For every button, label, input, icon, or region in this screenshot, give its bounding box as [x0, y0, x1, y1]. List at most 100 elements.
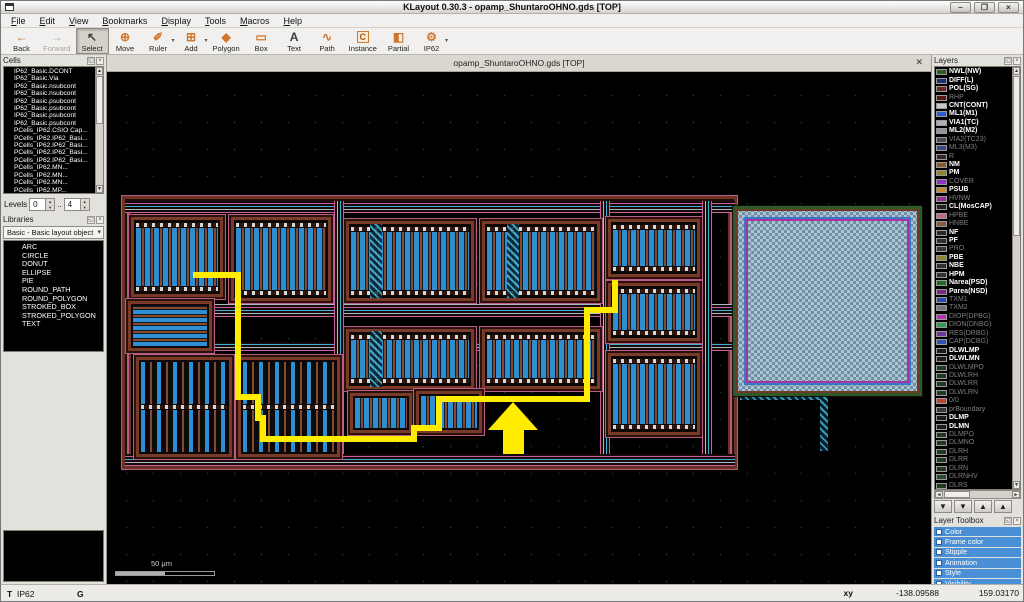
section-checkbox[interactable]	[936, 529, 942, 535]
layer-row[interactable]: CNT(CONT)	[936, 102, 1011, 110]
layer-row[interactable]: HVNW	[936, 195, 1011, 203]
levels-from-spinbox[interactable]: 0	[29, 198, 55, 211]
layer-row[interactable]: PRO	[936, 245, 1011, 253]
close-icon[interactable]: ×	[1013, 517, 1021, 525]
layer-swatch[interactable]	[936, 145, 947, 151]
layer-row[interactable]: NBE	[936, 262, 1011, 270]
layer-row[interactable]: prBoundary	[936, 406, 1011, 414]
cell-tree-item[interactable]: IP62_Basic.psubcont	[6, 105, 94, 112]
layer-swatch[interactable]	[936, 154, 947, 160]
toolbar-button[interactable]: ∿ Path	[311, 28, 344, 54]
layer-hierarchy-button[interactable]: ▲	[994, 500, 1012, 513]
layer-row[interactable]: 0/0	[936, 397, 1011, 405]
undock-icon[interactable]: ◱	[1004, 57, 1012, 65]
close-button[interactable]: ×	[998, 2, 1019, 13]
layer-swatch[interactable]	[936, 305, 947, 311]
layer-row[interactable]: DLRNHV	[936, 473, 1011, 481]
layer-swatch[interactable]	[936, 263, 947, 269]
layer-swatch[interactable]	[936, 314, 947, 320]
section-checkbox[interactable]	[936, 539, 942, 545]
library-items-list[interactable]: ARCCIRCLEDONUTELLIPSEPIEROUND_PATHROUND_…	[3, 240, 104, 352]
layer-swatch[interactable]	[936, 196, 947, 202]
layer-swatch[interactable]	[936, 230, 947, 236]
layer-toolbox-section[interactable]: Frame color	[934, 537, 1021, 546]
cell-tree-item[interactable]: IP62_Basic.psubcont	[6, 98, 94, 105]
layer-row[interactable]: TXM1	[936, 296, 1011, 304]
undock-icon[interactable]: ◱	[1004, 517, 1012, 525]
scroll-left-icon[interactable]: ◄	[935, 491, 943, 498]
chevron-down-icon[interactable]: ▾	[445, 37, 448, 44]
scroll-right-icon[interactable]: ►	[1012, 491, 1020, 498]
layer-swatch[interactable]	[936, 289, 947, 295]
toolbar-button[interactable]: A Text	[278, 28, 311, 54]
toolbar-button[interactable]: ⊞ Add ▾	[175, 28, 208, 54]
layer-row[interactable]: PBE	[936, 254, 1011, 262]
layer-row[interactable]: DLMNO	[936, 439, 1011, 447]
layer-row[interactable]: R	[936, 152, 1011, 160]
menu-item[interactable]: View	[63, 15, 94, 27]
cell-tree-item[interactable]: PCells_IP62.MN...	[6, 179, 94, 186]
menu-item[interactable]: File	[5, 15, 32, 27]
scroll-down-icon[interactable]: ▼	[96, 185, 103, 193]
cells-tree[interactable]: ▲ ▼ IP62_Basic.DCONTIP62_Basic.ViaIP62_B…	[3, 66, 104, 194]
window-titlebar[interactable]: KLayout 0.30.3 - opamp_ShuntaroOHNO.gds …	[1, 1, 1023, 14]
scroll-down-icon[interactable]: ▼	[1013, 481, 1020, 489]
layer-swatch[interactable]	[936, 322, 947, 328]
layer-swatch[interactable]	[936, 272, 947, 278]
layer-row[interactable]: Narea(PSD)	[936, 279, 1011, 287]
layer-swatch[interactable]	[936, 474, 947, 480]
layer-swatch[interactable]	[936, 407, 947, 413]
layer-swatch[interactable]	[936, 111, 947, 117]
scroll-up-icon[interactable]: ▲	[96, 67, 103, 75]
layer-swatch[interactable]	[936, 483, 947, 489]
cell-tree-item[interactable]: PCells_IP62.MN...	[6, 172, 94, 179]
layer-row[interactable]: HPBE	[936, 211, 1011, 219]
layer-swatch[interactable]	[936, 204, 947, 210]
cell-tree-item[interactable]: PCells_IP62.IP62_Basi...	[6, 135, 94, 142]
layer-row[interactable]: CAP(DCBG)	[936, 338, 1011, 346]
cell-tree-item[interactable]: PCells_IP62.IP62_Basi...	[6, 142, 94, 149]
layer-row[interactable]: RES(DRBG)	[936, 330, 1011, 338]
menu-item[interactable]: Tools	[199, 15, 232, 27]
layer-row[interactable]: DLMN	[936, 422, 1011, 430]
layer-swatch[interactable]	[936, 95, 947, 101]
layer-swatch[interactable]	[936, 238, 947, 244]
cell-tree-item[interactable]: IP62_Basic.psubcont	[6, 120, 94, 127]
layer-row[interactable]: PSUB	[936, 186, 1011, 194]
layer-row[interactable]: DLWLRN	[936, 389, 1011, 397]
library-item[interactable]: STROKED_POLYGON	[6, 312, 101, 321]
scrollbar-thumb[interactable]	[1013, 76, 1020, 236]
layer-swatch[interactable]	[936, 280, 947, 286]
layer-swatch[interactable]	[936, 137, 947, 143]
library-item[interactable]: ELLIPSE	[6, 269, 101, 278]
library-item[interactable]: CIRCLE	[6, 252, 101, 261]
layer-row[interactable]: DION(DNBG)	[936, 321, 1011, 329]
layer-row[interactable]: POL(SG)	[936, 85, 1011, 93]
cell-tree-item[interactable]: IP62_Basic.psubcont	[6, 112, 94, 119]
layer-swatch[interactable]	[936, 120, 947, 126]
layer-swatch[interactable]	[936, 432, 947, 438]
maximize-button[interactable]: ❒	[974, 2, 995, 13]
toolbar-button[interactable]: ▭ Box	[245, 28, 278, 54]
layer-swatch[interactable]	[936, 246, 947, 252]
layer-hierarchy-button[interactable]: ▼	[954, 500, 972, 513]
layer-row[interactable]: ML2(M2)	[936, 127, 1011, 135]
toolbar-button[interactable]: ↖ Select	[76, 28, 109, 54]
layer-swatch[interactable]	[936, 381, 947, 387]
layers-scrollbar[interactable]: ▲ ▼	[1012, 67, 1020, 489]
layer-row[interactable]: DLWLRR	[936, 380, 1011, 388]
menu-item[interactable]: Macros	[234, 15, 276, 27]
layer-swatch[interactable]	[936, 78, 947, 84]
layer-row[interactable]: DLWLMN	[936, 355, 1011, 363]
section-checkbox[interactable]	[936, 570, 942, 576]
layer-row[interactable]: HPM	[936, 271, 1011, 279]
minimize-button[interactable]: –	[950, 2, 971, 13]
layer-row[interactable]: DLRS	[936, 481, 1011, 489]
library-item[interactable]: TEXT	[6, 320, 101, 329]
cell-tree-item[interactable]: IP62_Basic.DCONT	[6, 68, 94, 75]
layer-swatch[interactable]	[936, 415, 947, 421]
cell-tree-item[interactable]: IP62_Basic.nsubcont	[6, 83, 94, 90]
layout-tab-title[interactable]: opamp_ShuntaroOHNO.gds [TOP]	[453, 58, 584, 68]
cell-tree-item[interactable]: PCells_IP62.MP...	[6, 187, 94, 194]
layer-row[interactable]: NWL(NW)	[936, 68, 1011, 76]
